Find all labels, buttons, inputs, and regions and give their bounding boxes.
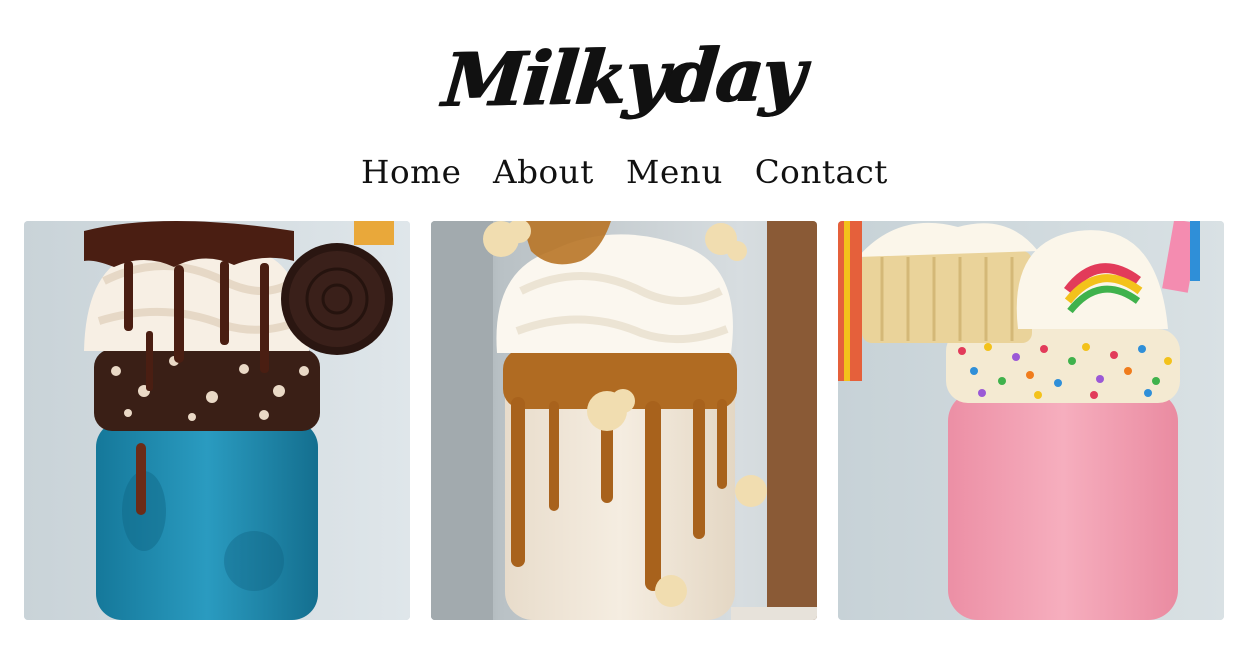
nav-link-home[interactable]: Home <box>361 152 461 192</box>
site-logo[interactable]: Milkyday <box>440 27 808 129</box>
logo-container: Milkyday <box>0 30 1248 135</box>
caramel-shake-image <box>431 221 817 620</box>
main-nav: Home About Menu Contact <box>0 150 1248 194</box>
gallery-photo-cookies-shake[interactable] <box>24 221 410 620</box>
gallery-photo-rainbow-shake[interactable] <box>838 221 1224 620</box>
cookies-shake-image <box>24 221 410 620</box>
nav-link-menu[interactable]: Menu <box>626 152 723 192</box>
nav-link-about[interactable]: About <box>493 152 594 192</box>
gallery-photo-caramel-shake[interactable] <box>431 221 817 620</box>
nav-link-contact[interactable]: Contact <box>755 152 888 192</box>
photo-gallery <box>24 221 1224 620</box>
rainbow-shake-image <box>838 221 1224 620</box>
